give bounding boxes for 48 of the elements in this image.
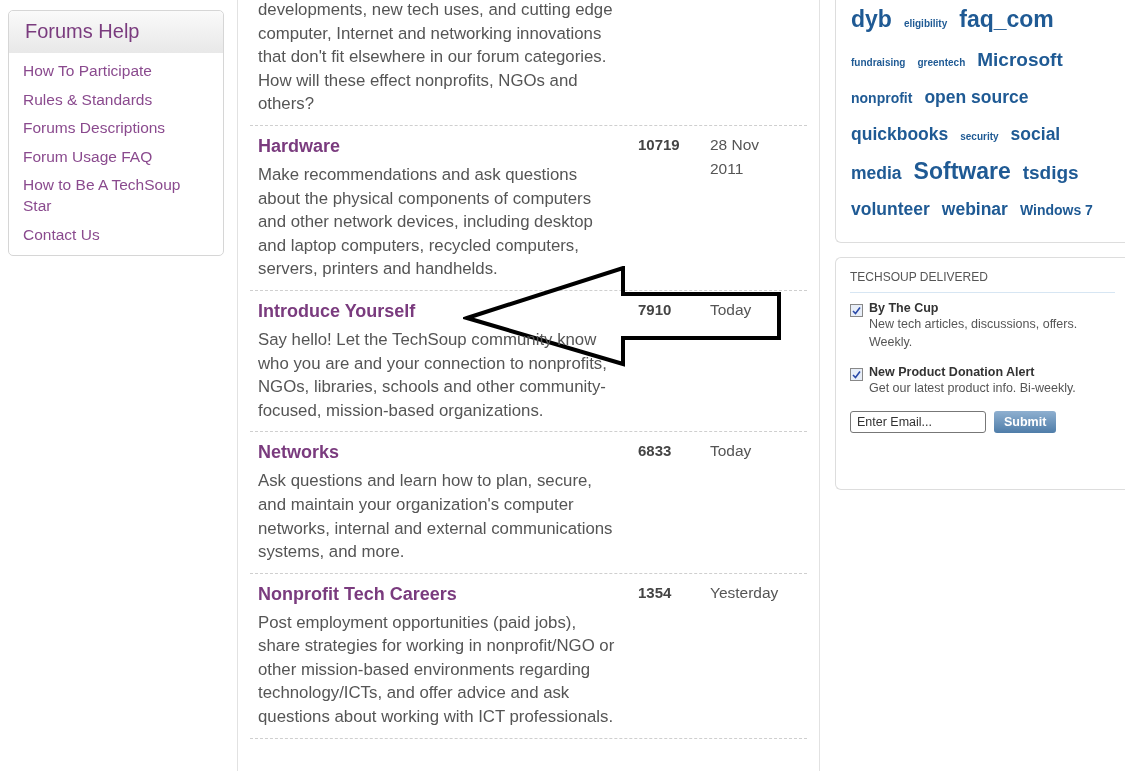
tag-link[interactable]: media [851, 156, 902, 192]
forum-description: Post employment opportunities (paid jobs), share strategies for working in nonprofit/NGO or other mission-based environments regarding technology/ICTs, and offer advice and ask questions about working with ICT professionals. [258, 611, 616, 729]
help-link[interactable]: How to Be A TechSoup Star [23, 174, 203, 217]
forum-title-link[interactable]: Nonprofit Tech Careers [258, 583, 628, 605]
forum-description: Ask questions and learn how to plan, secure, and maintain your organization's computer networks, internal and external communications systems, and more. [258, 470, 614, 564]
newsletter-title: TECHSOUP DELIVERED [850, 270, 1115, 293]
forum-title-link[interactable]: Networks [258, 442, 628, 464]
tag-link[interactable]: security [960, 118, 999, 154]
checkbox[interactable] [850, 304, 863, 317]
last-post-date: 28 Nov 2011 [710, 134, 761, 179]
tag-link[interactable]: tsdigs [1022, 155, 1079, 191]
tag-link[interactable]: fundraising [851, 44, 906, 80]
tag-link[interactable]: webinar [941, 191, 1008, 227]
option-description: Get our latest product info. Bi-weekly. [869, 380, 1077, 398]
last-post-date: Today [710, 299, 753, 320]
tag-link[interactable]: open source [924, 80, 1029, 116]
last-post-date: Today [710, 441, 753, 462]
tag-link[interactable]: eligibility [903, 6, 948, 42]
help-link[interactable]: Contact Us [23, 223, 209, 246]
tag-link[interactable]: Windows 7 [1019, 192, 1093, 228]
option-description: New tech articles, discussions, offers. Weekly. [869, 316, 1079, 352]
tag-link[interactable]: faq_com [959, 2, 1054, 38]
tag-link[interactable]: quickbooks [851, 116, 949, 152]
forum-description: Make recommendations and ask questions about the physical components of computers and other network devices, including desktop and laptop computers, recycled computers, servers, printers and handhelds. [258, 163, 594, 281]
post-count: 10719 [638, 135, 681, 155]
option-label: By The Cup [869, 301, 940, 315]
tag-link[interactable]: volunteer [851, 191, 930, 227]
forum-title-link[interactable]: Introduce Yourself [258, 300, 628, 322]
forum-title-link[interactable]: Hardware [258, 135, 628, 157]
tag-link[interactable]: nonprofit [851, 81, 913, 117]
help-link[interactable]: Forums Descriptions [23, 117, 209, 140]
last-post-date: Yesterday [710, 582, 780, 603]
help-link[interactable]: How To Participate [23, 60, 209, 82]
help-link[interactable]: Rules & Standards [23, 88, 209, 111]
post-count: 1354 [638, 583, 673, 603]
tag-link[interactable]: greentech [917, 44, 966, 80]
forum-description: developments, new tech uses, and cutting edge computer, Internet and networking innovations that don't fit elsewhere in our forum categories. How will these effect nonprofits, NGOs and others? [258, 0, 614, 116]
help-link[interactable]: Forum Usage FAQ [23, 146, 209, 168]
tag-link[interactable]: Software [913, 154, 1011, 190]
checkbox[interactable] [850, 368, 863, 382]
email-field[interactable]: Enter Email... [850, 411, 986, 434]
post-count: 7910 [638, 300, 673, 320]
tag-link[interactable]: Microsoft [977, 41, 1063, 77]
help-title: Forums Help [9, 11, 223, 53]
tag-link[interactable]: dyb [851, 2, 892, 38]
option-label: New Product Donation Alert [869, 365, 1036, 380]
tag-link[interactable]: social [1010, 116, 1061, 152]
post-count: 6833 [638, 442, 673, 462]
